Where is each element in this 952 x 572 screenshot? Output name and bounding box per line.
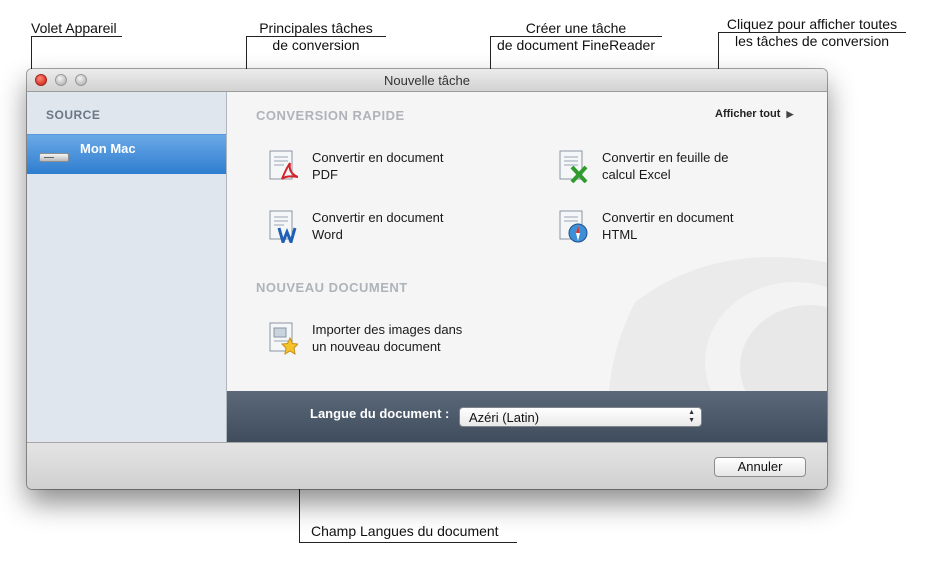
device-sidebar: SOURCE Mon Mac <box>27 92 227 442</box>
window-title: Nouvelle tâche <box>384 73 470 88</box>
task-import-images[interactable]: Importer des images dans un nouveau docu… <box>268 321 518 361</box>
task-label: Convertir en feuille de calcul Excel <box>602 150 729 182</box>
callout-line <box>246 36 386 37</box>
window-footer: Annuler <box>27 442 827 489</box>
mac-mini-icon <box>39 153 69 162</box>
document-language-label: Langue du document : <box>310 406 450 421</box>
document-language-value: Azéri (Latin) <box>469 410 540 425</box>
task-convert-pdf[interactable]: Convertir en document PDF <box>268 149 518 189</box>
word-document-icon <box>269 210 297 243</box>
task-convert-word[interactable]: Convertir en document Word <box>268 209 518 249</box>
callout-device-pane: Volet Appareil <box>31 20 117 36</box>
callout-line <box>718 32 906 33</box>
cancel-button[interactable]: Annuler <box>714 457 806 477</box>
document-language-bar: Langue du document : Azéri (Latin) ▲ ▼ <box>227 391 827 442</box>
up-down-arrows-icon: ▲ ▼ <box>688 409 695 424</box>
task-convert-excel[interactable]: Convertir en feuille de calcul Excel <box>558 149 808 189</box>
sidebar-item-my-mac[interactable]: Mon Mac <box>27 134 226 174</box>
callout-line <box>31 36 122 37</box>
finereader-watermark-icon <box>609 257 827 391</box>
callout-line <box>490 36 662 37</box>
task-label: Convertir en document Word <box>312 210 444 242</box>
task-label: Convertir en document PDF <box>312 150 444 182</box>
show-all-link[interactable]: Afficher tout ▶ <box>715 108 793 120</box>
callout-language-field: Champ Langues du document <box>311 523 499 539</box>
play-arrow-icon: ▶ <box>786 109 794 119</box>
excel-spreadsheet-icon <box>559 150 588 183</box>
callout-show-all: Cliquez pour afficher toutes les tâches … <box>726 16 898 49</box>
task-label: Importer des images dans un nouveau docu… <box>312 322 463 354</box>
pdf-document-icon <box>269 150 298 180</box>
callout-line <box>299 542 517 543</box>
html-document-icon <box>559 210 588 243</box>
callout-main-tasks: Principales tâches de conversion <box>259 20 373 53</box>
sidebar-header: SOURCE <box>46 108 101 122</box>
import-images-icon <box>269 322 298 355</box>
quick-conversion-header: CONVERSION RAPIDE <box>256 108 405 123</box>
new-task-window: Nouvelle tâche SOURCE Mon Mac CONVERSION… <box>27 69 827 489</box>
new-document-header: NOUVEAU DOCUMENT <box>256 280 408 295</box>
callout-create-task: Créer une tâche de document FineReader <box>497 20 655 53</box>
title-bar: Nouvelle tâche <box>27 69 827 92</box>
task-convert-html[interactable]: Convertir en document HTML <box>558 209 808 249</box>
task-panel: CONVERSION RAPIDE Afficher tout ▶ Conver… <box>227 92 827 391</box>
task-label: Convertir en document HTML <box>602 210 734 242</box>
sidebar-item-label: Mon Mac <box>80 141 136 156</box>
document-language-select[interactable]: Azéri (Latin) ▲ ▼ <box>459 407 702 427</box>
